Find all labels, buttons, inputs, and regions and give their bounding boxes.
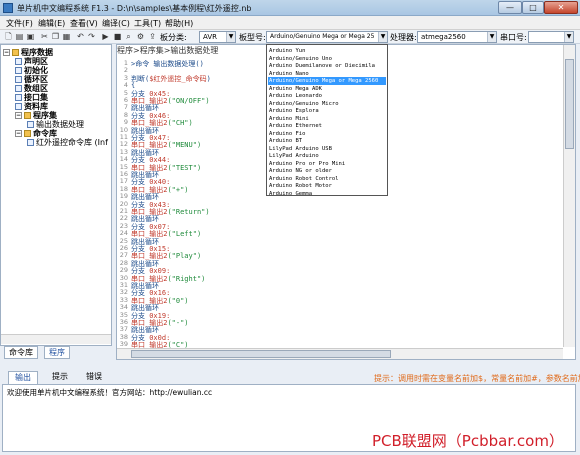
- code-token: ("Play"): [167, 252, 202, 261]
- code-token: >命令 输出数据处理(): [131, 60, 204, 68]
- scroll-thumb[interactable]: [131, 350, 391, 358]
- board-model-dropdown: Arduino Yun Arduino/Genuino Uno Arduino Du…: [266, 44, 388, 198]
- code-token: ): [206, 74, 211, 83]
- document-icon: [15, 85, 22, 92]
- board-model-value: Arduino/Genuino Mega or Mega 25: [270, 33, 375, 40]
- title-bar: 单片机中文编程系统 F1.3 - D:\n\samples\基本例程\红外遥控.…: [0, 0, 580, 16]
- menu-edit[interactable]: 编辑(E): [38, 18, 65, 29]
- code-token: ("Left"): [167, 230, 202, 239]
- editor-horizontal-scrollbar[interactable]: [117, 348, 563, 359]
- menu-compile[interactable]: 编译(C): [102, 18, 130, 29]
- code-token: ("CH"): [167, 119, 193, 128]
- collapse-icon[interactable]: −: [15, 112, 22, 119]
- redo-icon[interactable]: ↷: [87, 32, 96, 41]
- watermark-text: PCB联盟网（Pcbbar.com）: [372, 432, 564, 450]
- menu-view[interactable]: 查看(V): [70, 18, 98, 29]
- board-model-label: 板型号:: [239, 33, 266, 42]
- output-message: 欢迎使用单片机中文编程系统！官方网站：http://ewulian.cc: [7, 388, 213, 397]
- port-select[interactable]: ▼: [528, 31, 574, 43]
- undo-icon[interactable]: ↶: [76, 32, 85, 41]
- menu-tools[interactable]: 工具(T): [134, 18, 161, 29]
- save-icon[interactable]: ▣: [26, 32, 35, 41]
- run-icon[interactable]: ▶: [101, 32, 110, 41]
- document-icon: [27, 121, 34, 128]
- document-icon: [15, 94, 22, 101]
- folder-icon: [12, 49, 19, 56]
- cut-icon[interactable]: ✂: [40, 32, 49, 41]
- maximize-button[interactable]: □: [522, 1, 544, 14]
- hint-text: 提示：调用时需在变量名前加$，常量名前加#，参数名前加@: [374, 374, 580, 383]
- tab-command-library[interactable]: 命令库: [4, 346, 38, 359]
- processor-value: atmega2560: [421, 33, 466, 41]
- collapse-icon[interactable]: −: [3, 49, 10, 56]
- tab-program[interactable]: 程序: [44, 346, 70, 359]
- open-folder-icon[interactable]: ▤: [15, 32, 24, 41]
- code-token: ("MENU"): [167, 141, 202, 150]
- folder-icon: [24, 112, 31, 119]
- document-icon: [15, 76, 22, 83]
- code-token: ("Right"): [167, 274, 206, 283]
- menu-bar: 文件(F) 编辑(E) 查看(V) 编译(C) 工具(T) 帮助(H): [0, 16, 580, 30]
- find-icon[interactable]: ⌕: [124, 32, 133, 41]
- dropdown-option[interactable]: Arduino Gemma: [268, 190, 386, 198]
- project-tree-panel: − 程序数据 声明区 初始化 循环区 数组区 接口集 资料库 − 程序集 输出数据处…: [0, 44, 112, 346]
- close-button[interactable]: ✕: [544, 1, 578, 14]
- paste-icon[interactable]: ▦: [62, 32, 71, 41]
- processor-select[interactable]: atmega2560 ▼: [417, 31, 497, 43]
- window-title: 单片机中文编程系统 F1.3 - D:\n\samples\基本例程\红外遥控.…: [17, 4, 252, 13]
- chevron-down-icon[interactable]: ▼: [487, 32, 496, 42]
- menu-help[interactable]: 帮助(H): [165, 18, 193, 29]
- board-category-label: 板分类:: [160, 33, 187, 42]
- code-token: ("+"): [167, 185, 189, 194]
- processor-label: 处理器:: [390, 33, 417, 42]
- app-icon: [3, 3, 13, 13]
- collapse-icon[interactable]: −: [15, 130, 22, 137]
- code-token: $红外遥控_命令码: [149, 74, 207, 83]
- settings-icon[interactable]: ⚙: [136, 32, 145, 41]
- scroll-thumb[interactable]: [565, 59, 574, 149]
- folder-icon: [24, 130, 31, 137]
- upload-icon[interactable]: ⇪: [148, 32, 157, 41]
- line-number: 39: [119, 340, 128, 349]
- tree-command-item[interactable]: 红外遥控命令库 (Inf: [27, 137, 108, 148]
- board-model-select[interactable]: Arduino/Genuino Mega or Mega 25 ▼: [266, 31, 388, 43]
- document-icon: [15, 67, 22, 74]
- new-file-icon[interactable]: 🗋: [4, 32, 13, 41]
- copy-icon[interactable]: ❐: [51, 32, 60, 41]
- code-token: ("Return"): [167, 208, 210, 216]
- chevron-down-icon[interactable]: ▼: [564, 32, 573, 42]
- stop-icon[interactable]: ■: [113, 32, 122, 41]
- document-icon: [15, 103, 22, 110]
- chevron-down-icon[interactable]: ▼: [226, 32, 235, 42]
- code-line[interactable]: >命令 输出数据处理(): [131, 59, 204, 69]
- code-token: ("TEST"): [167, 163, 202, 172]
- port-label: 串口号:: [500, 33, 527, 42]
- left-panel-tabs: 命令库 程序: [0, 346, 112, 360]
- toolbar: 🗋 ▤ ▣ ✂ ❐ ▦ ↶ ↷ ▶ ■ ⌕ ⚙ ⇪ 板分类: AVR ▼ 板型号…: [0, 30, 580, 44]
- document-icon: [15, 58, 22, 65]
- tree-horizontal-scrollbar[interactable]: [1, 334, 111, 344]
- board-category-select[interactable]: AVR ▼: [199, 31, 236, 43]
- menu-file[interactable]: 文件(F): [6, 18, 33, 29]
- minimize-button[interactable]: —: [498, 1, 522, 14]
- editor-vertical-scrollbar[interactable]: [563, 45, 575, 347]
- tab-output[interactable]: 输出: [8, 371, 38, 384]
- line-number-gutter: 1 2 3 4 5 6 7 8 9 10 11 12 13 14 15 16 17 18 19 20 21 22 23 24 2…: [117, 57, 128, 349]
- code-token: ("0"): [167, 296, 189, 305]
- document-icon: [27, 139, 34, 146]
- chevron-down-icon[interactable]: ▼: [378, 32, 387, 42]
- board-category-value: AVR: [203, 33, 217, 41]
- tab-hint[interactable]: 提示: [46, 371, 74, 384]
- tab-errors[interactable]: 错误: [80, 371, 108, 384]
- code-token: ("-"): [167, 319, 189, 327]
- code-line[interactable]: 判断($红外遥控_命令码): [131, 74, 211, 84]
- code-token: ("ON/OFF"): [167, 97, 210, 105]
